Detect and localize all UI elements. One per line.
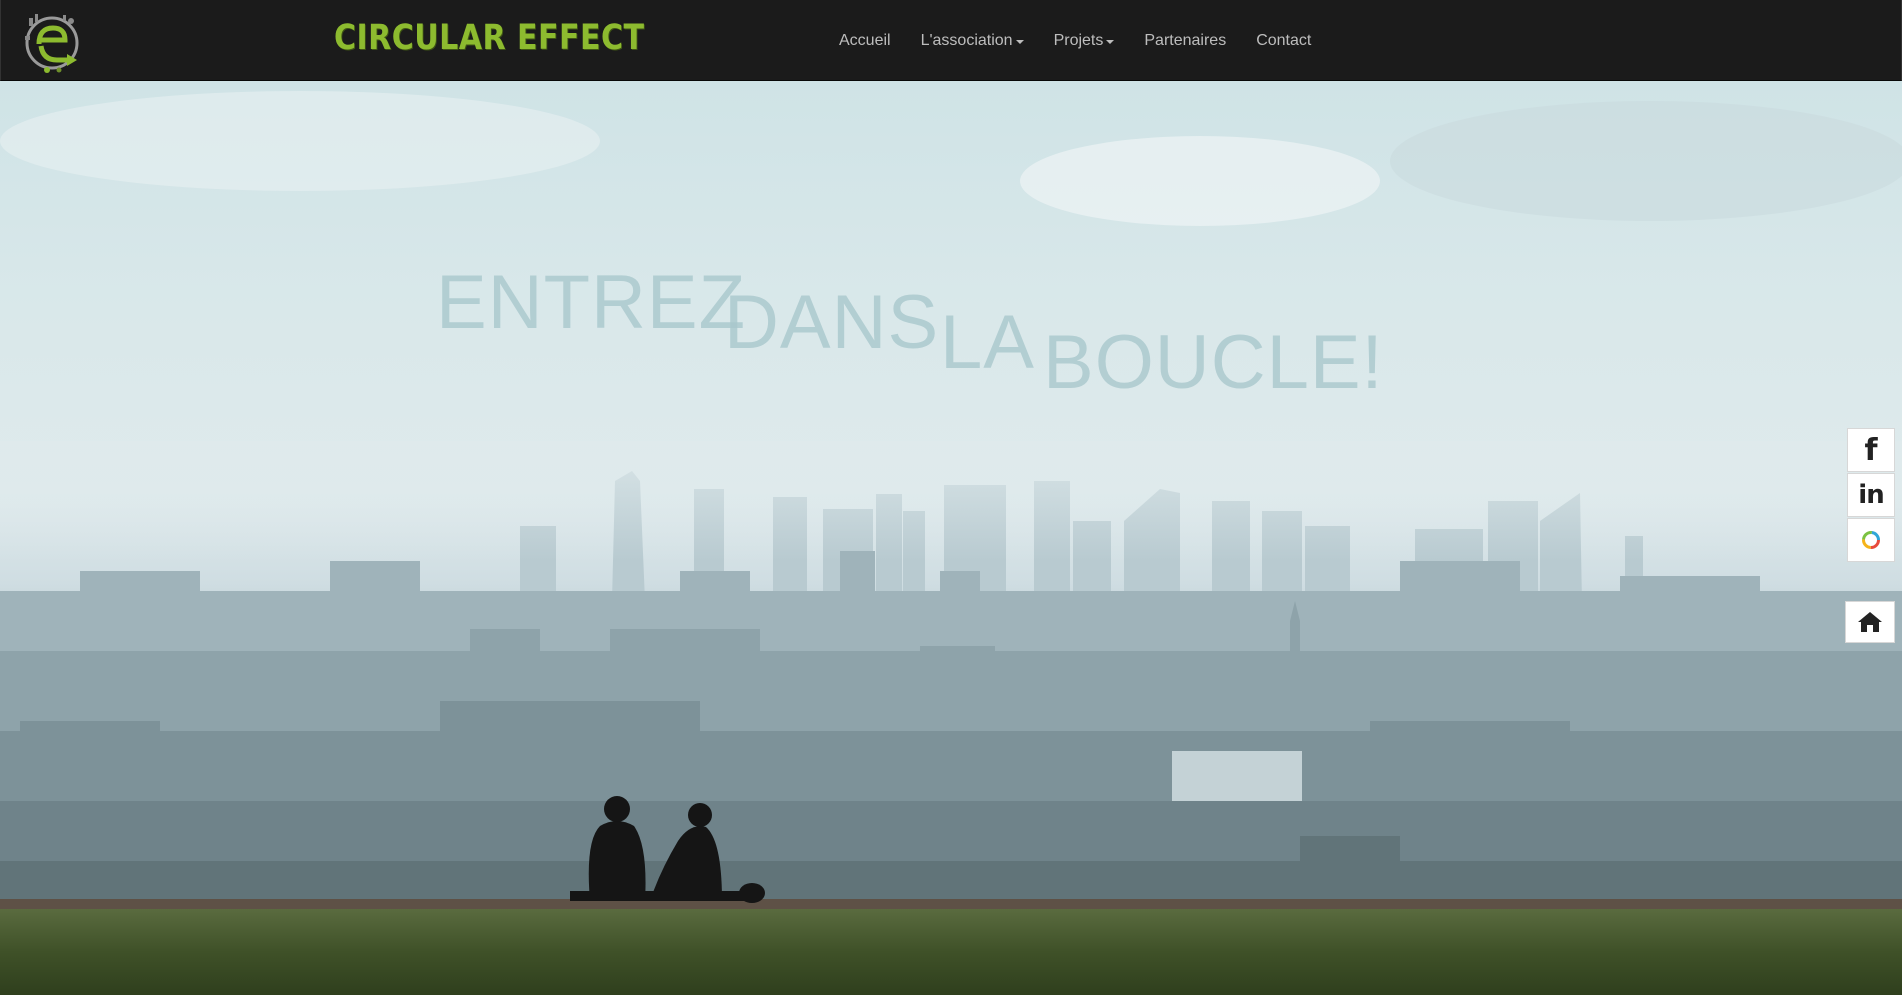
circular-button[interactable] <box>1847 518 1895 562</box>
nav-label: Projets <box>1053 31 1104 49</box>
caret-down-icon <box>1015 39 1024 44</box>
nav-label: Partenaires <box>1144 31 1227 49</box>
nav-label: Contact <box>1256 31 1312 49</box>
caret-down-icon <box>1106 39 1115 44</box>
nav-contact[interactable]: Contact <box>1241 0 1326 81</box>
nav-partenaires[interactable]: Partenaires <box>1129 0 1241 81</box>
headline-word: BOUCLE! <box>1043 320 1384 405</box>
nav-accueil[interactable]: Accueil <box>824 0 906 81</box>
linkedin-button[interactable]: in <box>1847 473 1895 517</box>
circular-icon <box>1862 531 1880 549</box>
nav-label: Accueil <box>839 31 891 49</box>
nav-association[interactable]: L'association <box>906 0 1039 81</box>
facebook-button[interactable]: f <box>1847 428 1895 472</box>
brand-title[interactable]: CIRCULAR EFFECT <box>334 18 644 58</box>
home-icon <box>1858 612 1882 632</box>
home-button[interactable] <box>1845 601 1895 643</box>
headline-word: ENTREZ <box>436 260 746 345</box>
nav-label: L'association <box>920 31 1013 49</box>
facebook-icon: f <box>1864 432 1878 468</box>
navbar: CIRCULAR EFFECT Accueil L'association Pr… <box>0 0 1902 81</box>
headline-word: LA <box>940 300 1035 385</box>
circular-effect-logo[interactable] <box>19 6 87 76</box>
city-skyline-photo <box>0 91 1902 995</box>
hero-banner: ENTREZ DANS LA BOUCLE! <box>0 81 1902 995</box>
headline-word: DANS <box>724 280 940 365</box>
main-nav: Accueil L'association Projets Partenaire… <box>824 0 1326 81</box>
nav-projets[interactable]: Projets <box>1039 0 1130 81</box>
linkedin-icon: in <box>1858 480 1884 510</box>
